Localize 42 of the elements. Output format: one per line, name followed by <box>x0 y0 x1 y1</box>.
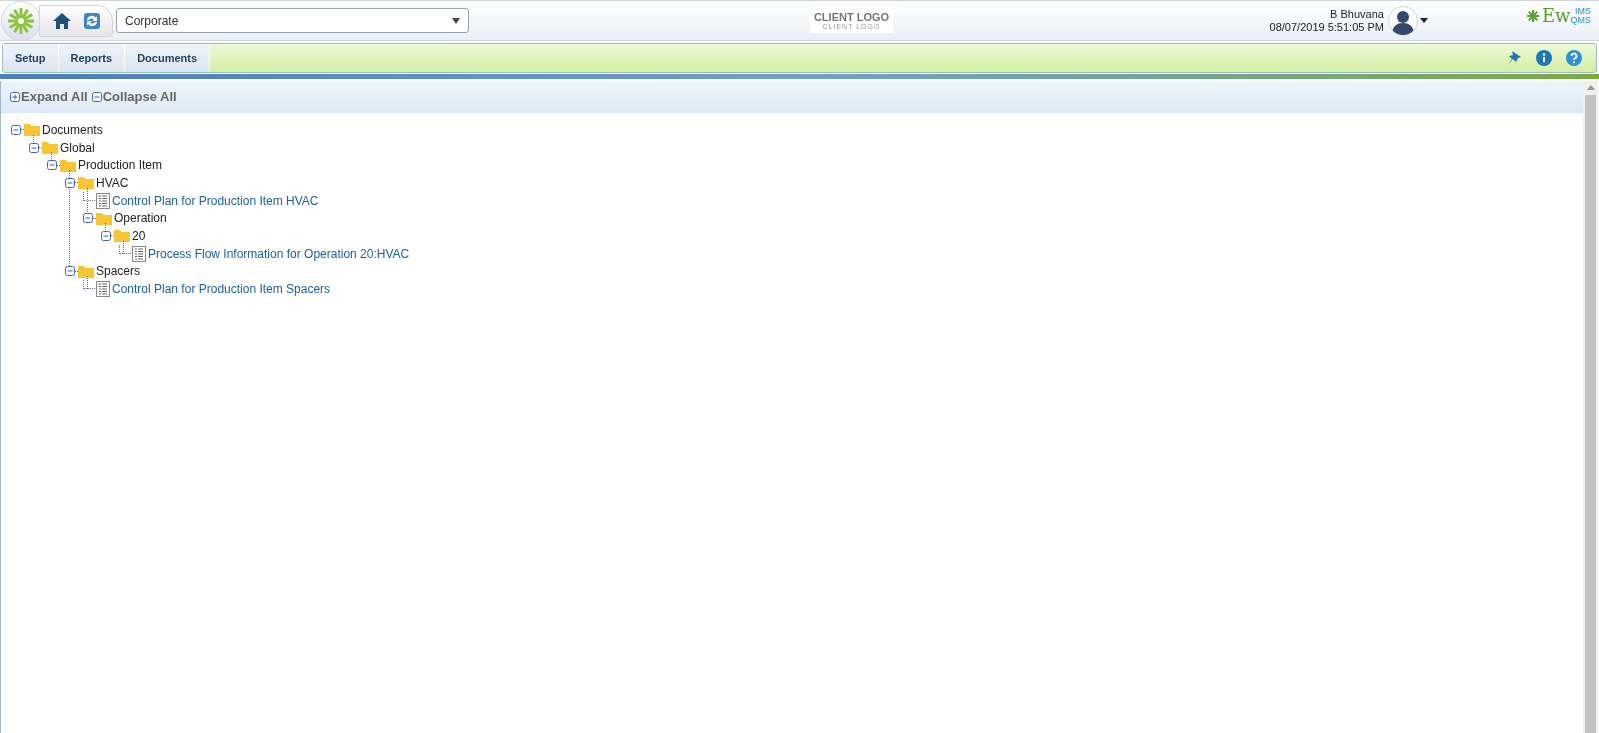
expand-icon <box>10 92 20 102</box>
tree-item[interactable]: Control Plan for Production Item HVAC <box>112 191 319 210</box>
user-name: B Bhuvana <box>1330 7 1384 21</box>
refresh-icon[interactable] <box>84 12 100 29</box>
folder-icon <box>114 229 130 243</box>
folder-icon <box>96 211 112 225</box>
tree-item[interactable]: Documents <box>42 120 103 139</box>
folder-icon <box>60 158 76 172</box>
folder-icon <box>78 176 94 190</box>
menu-tab[interactable]: Setup <box>3 44 59 72</box>
menu-tab[interactable]: Documents <box>125 44 211 72</box>
caret-icon[interactable] <box>1419 18 1428 23</box>
folder-icon <box>42 141 58 155</box>
tree-item[interactable]: Process Flow Information for Operation 20:HVAC <box>148 244 410 263</box>
site-select[interactable]: Corporate <box>116 8 469 33</box>
tree-item[interactable]: Production Item <box>78 156 163 175</box>
folder-icon <box>78 264 94 278</box>
date-time: 08/07/2019 5:51:05 PM <box>1269 20 1384 34</box>
dropdown-icon <box>452 17 460 24</box>
tree-item[interactable]: HVAC <box>96 173 129 192</box>
tree-item[interactable]: 20 <box>132 226 146 245</box>
collapse-icon[interactable] <box>29 142 39 153</box>
menu-tab[interactable]: Reports <box>58 44 126 72</box>
avatar-icon[interactable] <box>1387 5 1418 36</box>
collapse-icon[interactable] <box>65 177 75 188</box>
collapse-icon[interactable] <box>65 266 75 277</box>
tree-item[interactable]: Spacers <box>96 262 141 281</box>
tree-item[interactable]: Control Plan for Production Item Spacers <box>112 280 331 299</box>
help-icon[interactable] <box>1566 50 1582 66</box>
tree-item[interactable]: Operation <box>114 209 167 228</box>
tree-item[interactable]: Global <box>60 138 95 157</box>
folder-icon <box>24 123 40 137</box>
collapse-icon[interactable] <box>83 213 93 224</box>
collapse-icon[interactable] <box>11 124 21 135</box>
info-icon[interactable] <box>1536 50 1552 66</box>
expand-all-button[interactable]: Expand All <box>10 87 88 107</box>
collapse-icon[interactable] <box>101 230 111 241</box>
collapse-icon[interactable] <box>47 160 57 171</box>
scrollbar[interactable] <box>1583 81 1598 733</box>
collapse-all-button[interactable]: Collapse All <box>91 87 177 107</box>
home-icon[interactable] <box>52 11 72 30</box>
collapse-icon <box>91 92 102 102</box>
